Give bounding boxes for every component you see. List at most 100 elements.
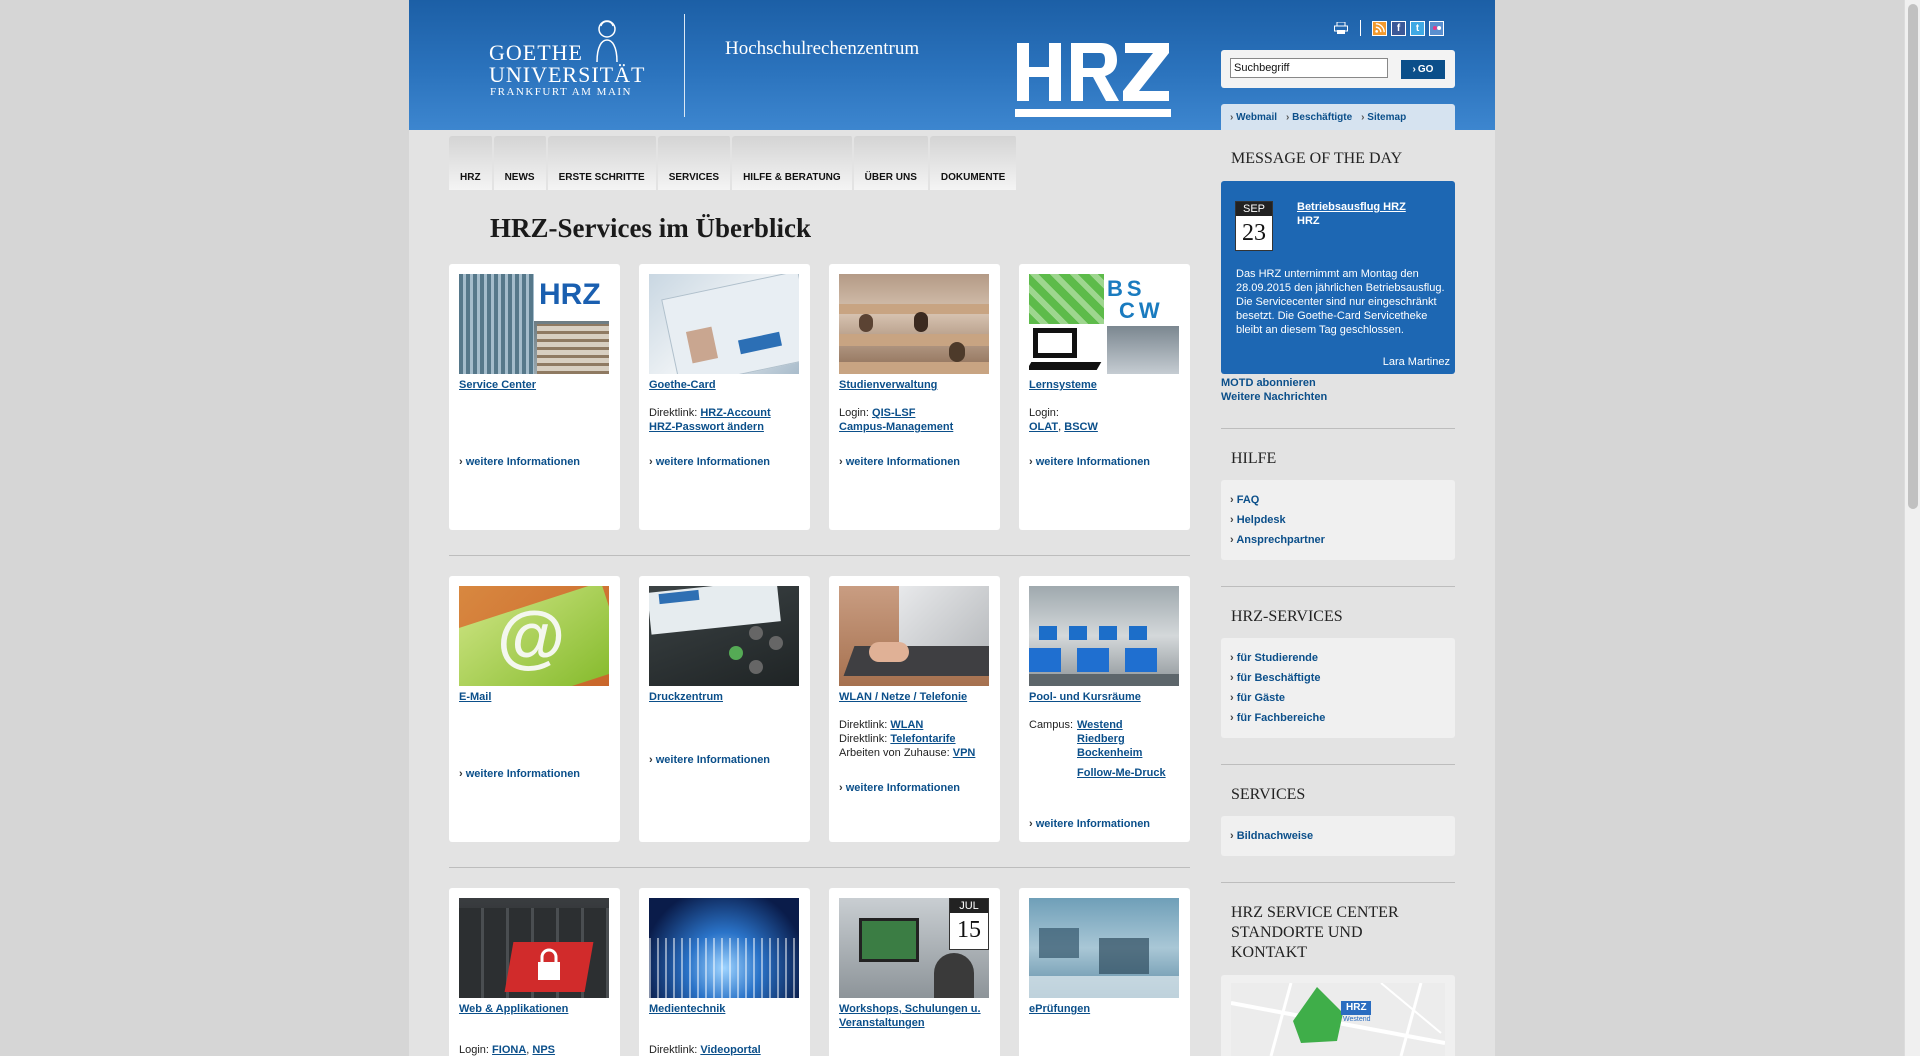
sidebar-item-ansprechpartner[interactable]: Ansprechpartner bbox=[1230, 530, 1446, 550]
sidebar-item-helpdesk[interactable]: Helpdesk bbox=[1230, 510, 1446, 530]
wlan-direct-link[interactable]: WLAN bbox=[890, 719, 923, 731]
sidebar-item-fachbereiche[interactable]: für Fachbereiche bbox=[1230, 708, 1446, 728]
goethe-card-image[interactable] bbox=[649, 274, 799, 374]
quicklink-webmail[interactable]: Webmail bbox=[1230, 112, 1277, 123]
medientechnik-link[interactable]: Medientechnik bbox=[649, 1002, 800, 1016]
more-news-link[interactable]: Weitere Nachrichten bbox=[1221, 390, 1327, 404]
workshops-link[interactable]: Workshops, Schulungen u. Veranstaltungen bbox=[839, 1002, 990, 1030]
nav-tab-ueber-uns[interactable]: ÜBER UNS bbox=[853, 136, 930, 190]
motd-subscribe-link[interactable]: MOTD abonnieren bbox=[1221, 376, 1327, 390]
qis-lsf-link[interactable]: QIS-LSF bbox=[872, 407, 915, 419]
web-link[interactable]: Web & Applikationen bbox=[459, 1002, 610, 1016]
scrollbar-thumb[interactable] bbox=[1908, 4, 1918, 509]
medientechnik-image[interactable] bbox=[649, 898, 799, 998]
videoportal-link[interactable]: Videoportal bbox=[700, 1044, 760, 1056]
wlan-link[interactable]: WLAN / Netze / Telefonie bbox=[839, 690, 990, 704]
nps-link[interactable]: NPS bbox=[532, 1044, 555, 1056]
row-separator bbox=[449, 555, 1190, 556]
sidebar-separator bbox=[1221, 586, 1455, 587]
epruefungen-link[interactable]: ePrüfungen bbox=[1029, 1002, 1180, 1016]
lernsysteme-more-link[interactable]: weitere Informationen bbox=[1029, 456, 1150, 468]
goethe-card-more-link[interactable]: weitere Informationen bbox=[649, 456, 770, 468]
nav-tab-erste-schritte[interactable]: ERSTE SCHRITTE bbox=[547, 136, 658, 190]
service-center-more-link[interactable]: weitere Informationen bbox=[459, 456, 580, 468]
page: GOETHE UNIVERSITÄT FRANKFURT AM MAIN Hoc… bbox=[409, 0, 1495, 1056]
lernsysteme-image[interactable]: BS CW bbox=[1029, 274, 1179, 374]
unit-title[interactable]: Hochschulrechenzentrum bbox=[725, 38, 919, 60]
sidebar-item-bildnachweise[interactable]: Bildnachweise bbox=[1230, 826, 1446, 846]
web-links: Login: FIONA, NPS bbox=[459, 1044, 556, 1056]
email-image[interactable]: @ bbox=[459, 586, 609, 686]
bscw-link[interactable]: BSCW bbox=[1064, 421, 1098, 433]
studienverwaltung-more-link[interactable]: weitere Informationen bbox=[839, 456, 960, 468]
hrz-passwort-link[interactable]: HRZ-Passwort ändern bbox=[649, 421, 764, 433]
lernsysteme-link[interactable]: Lernsysteme bbox=[1029, 378, 1180, 392]
follow-me-druck-link[interactable]: Follow-Me-Druck bbox=[1077, 767, 1166, 779]
web-image[interactable] bbox=[459, 898, 609, 998]
vpn-link[interactable]: VPN bbox=[953, 747, 976, 759]
vertical-scrollbar[interactable] bbox=[1904, 0, 1920, 1056]
epruefungen-image[interactable] bbox=[1029, 898, 1179, 998]
service-center-link[interactable]: Service Center bbox=[459, 378, 610, 392]
hrz-account-link[interactable]: HRZ-Account bbox=[700, 407, 770, 419]
fiona-link[interactable]: FIONA bbox=[492, 1044, 526, 1056]
druckzentrum-more-link[interactable]: weitere Informationen bbox=[649, 754, 770, 766]
telefontarife-link[interactable]: Telefontarife bbox=[890, 733, 955, 745]
map-hrz-label: HRZ bbox=[1346, 1002, 1367, 1013]
service-card-pool: Pool- und Kursräume Campus: Westend Ried… bbox=[1019, 576, 1190, 842]
nav-tab-news[interactable]: NEWS bbox=[493, 136, 548, 190]
wlan-more-link[interactable]: weitere Informationen bbox=[839, 782, 960, 794]
studienverwaltung-image[interactable] bbox=[839, 274, 989, 374]
pool-image[interactable] bbox=[1029, 586, 1179, 686]
workshops-image[interactable]: JUL 15 bbox=[839, 898, 989, 998]
sidebar-item-studierende[interactable]: für Studierende bbox=[1230, 648, 1446, 668]
studienverwaltung-link[interactable]: Studienverwaltung bbox=[839, 378, 990, 392]
service-card-workshops: JUL 15 Workshops, Schulungen u. Veransta… bbox=[829, 888, 1000, 1056]
sidebar-item-gaeste[interactable]: für Gäste bbox=[1230, 688, 1446, 708]
search-go-button[interactable]: › GO bbox=[1401, 60, 1445, 79]
rss-icon[interactable] bbox=[1372, 20, 1387, 36]
riedberg-link[interactable]: Riedberg bbox=[1077, 733, 1125, 745]
calendar-day: 15 bbox=[957, 917, 981, 943]
hrz-sign: HRZ bbox=[539, 278, 601, 311]
pool-more-link[interactable]: weitere Informationen bbox=[1029, 818, 1150, 830]
wlan-image[interactable] bbox=[839, 586, 989, 686]
flickr-icon[interactable] bbox=[1429, 20, 1444, 36]
search-input[interactable] bbox=[1230, 58, 1388, 78]
facebook-icon[interactable]: f bbox=[1391, 20, 1406, 36]
druckzentrum-image[interactable] bbox=[649, 586, 799, 686]
service-card-service-center: HRZ Service Center weitere Informationen bbox=[449, 264, 620, 530]
motd-title-link[interactable]: Betriebsausflug HRZ bbox=[1297, 201, 1406, 213]
goethe-card-link[interactable]: Goethe-Card bbox=[649, 378, 800, 392]
sidebar-item-faq[interactable]: FAQ bbox=[1230, 490, 1446, 510]
pool-link[interactable]: Pool- und Kursräume bbox=[1029, 690, 1180, 704]
print-icon[interactable] bbox=[1334, 22, 1348, 34]
sidebar-item-beschaeftigte[interactable]: für Beschäftigte bbox=[1230, 668, 1446, 688]
service-center-image[interactable]: HRZ bbox=[459, 274, 609, 374]
hrz-logo[interactable] bbox=[1015, 43, 1171, 117]
wlan-links: Direktlink: WLAN Direktlink: Telefontari… bbox=[839, 718, 990, 760]
location-map[interactable]: HRZ Westend bbox=[1231, 983, 1445, 1056]
bockenheim-link[interactable]: Bockenheim bbox=[1077, 747, 1142, 759]
chevron-right-icon: › bbox=[1412, 64, 1416, 75]
direktlink-label: Direktlink: bbox=[839, 719, 888, 731]
nav-tab-dokumente[interactable]: DOKUMENTE bbox=[929, 136, 1019, 190]
quicklink-beschaeftigte[interactable]: Beschäftigte bbox=[1286, 112, 1352, 123]
email-link[interactable]: E-Mail bbox=[459, 690, 610, 704]
goethe-university-logo[interactable]: GOETHE UNIVERSITÄT FRANKFURT AM MAIN bbox=[489, 18, 644, 108]
campus-management-link[interactable]: Campus-Management bbox=[839, 421, 953, 433]
nav-tab-hrz[interactable]: HRZ bbox=[449, 136, 494, 190]
service-card-lernsysteme: BS CW Lernsysteme Login: OLAT, BSCW weit… bbox=[1019, 264, 1190, 530]
email-more-link[interactable]: weitere Informationen bbox=[459, 768, 580, 780]
nav-tab-hilfe-beratung[interactable]: HILFE & BERATUNG bbox=[732, 136, 854, 190]
utility-icons: f t bbox=[1334, 19, 1448, 37]
nav-tab-services[interactable]: SERVICES bbox=[657, 136, 733, 190]
olat-link[interactable]: OLAT bbox=[1029, 421, 1058, 433]
westend-link[interactable]: Westend bbox=[1077, 719, 1123, 731]
quicklink-sitemap[interactable]: Sitemap bbox=[1361, 112, 1406, 123]
page-title: HRZ-Services im Überblick bbox=[490, 213, 811, 243]
motd-box: SEP 23 Betriebsausflug HRZ HRZ Das HRZ u… bbox=[1221, 181, 1455, 374]
twitter-icon[interactable]: t bbox=[1410, 20, 1425, 36]
druckzentrum-link[interactable]: Druckzentrum bbox=[649, 690, 800, 704]
map-graphic bbox=[1231, 983, 1445, 1056]
